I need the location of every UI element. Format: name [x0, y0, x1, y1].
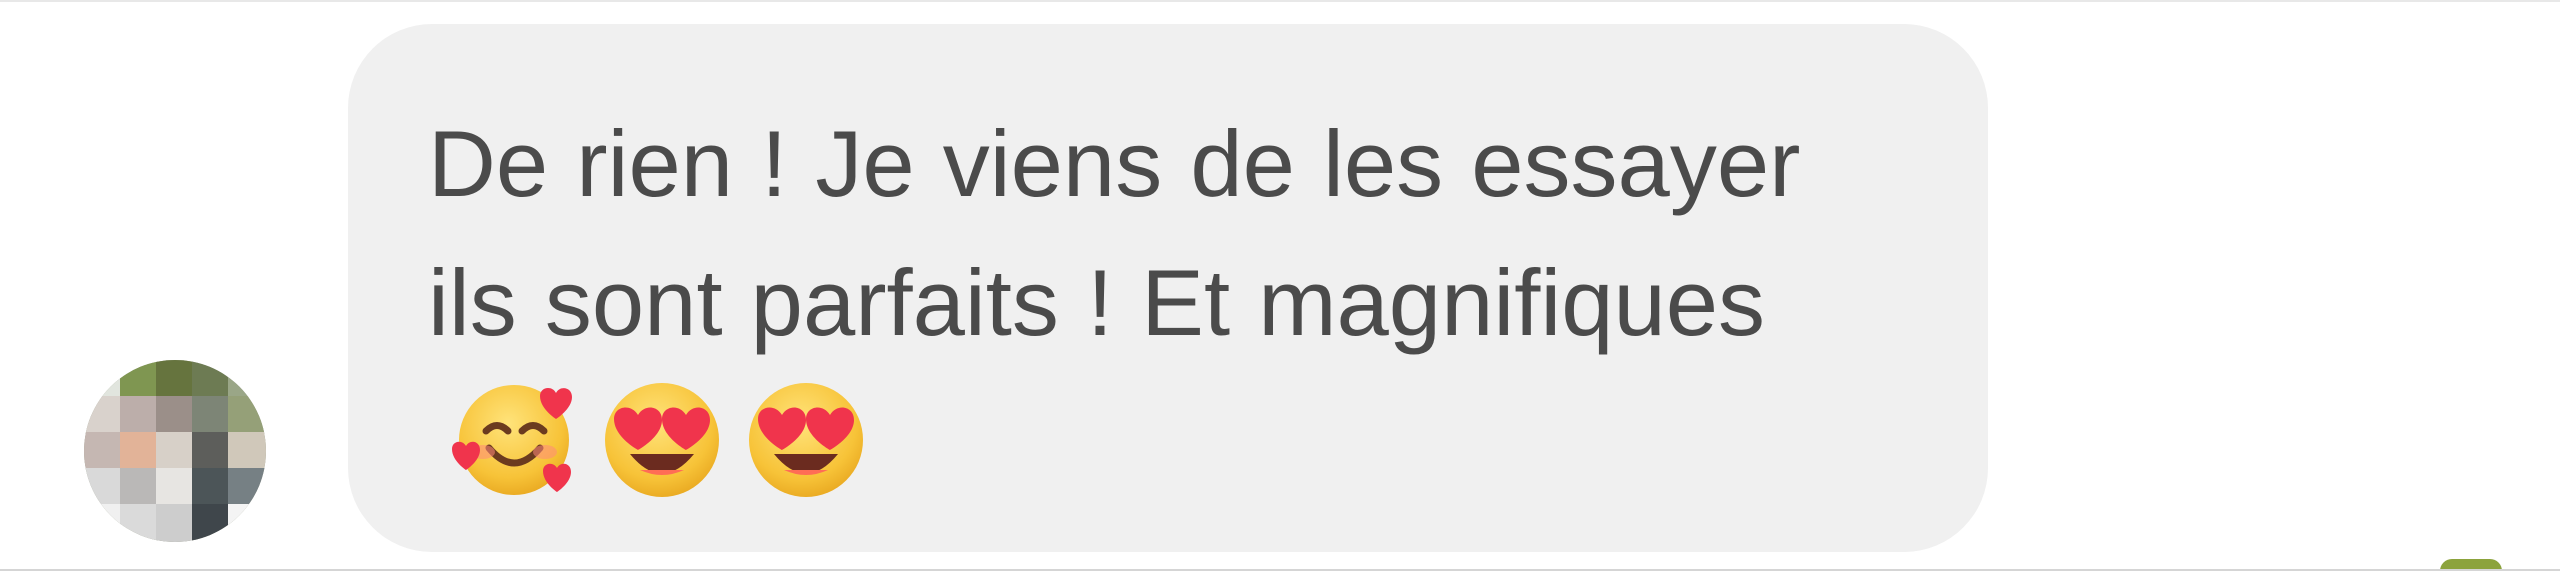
smiling-face-with-hearts-icon	[452, 372, 584, 504]
message-bubble[interactable]: De rien ! Je viens de les essayer ils so…	[348, 24, 1988, 552]
heart-eyes-icon	[740, 372, 872, 504]
top-divider	[0, 0, 2560, 2]
chat-screen: De rien ! Je viens de les essayer ils so…	[0, 0, 2560, 571]
emoji-row	[452, 372, 884, 541]
message-text: De rien ! Je viens de les essayer ils so…	[428, 94, 1908, 541]
message-text-content: De rien ! Je viens de les essayer ils so…	[428, 111, 1801, 355]
avatar[interactable]	[84, 360, 266, 542]
heart-eyes-icon	[596, 372, 728, 504]
pixelated-avatar-image	[84, 360, 266, 542]
